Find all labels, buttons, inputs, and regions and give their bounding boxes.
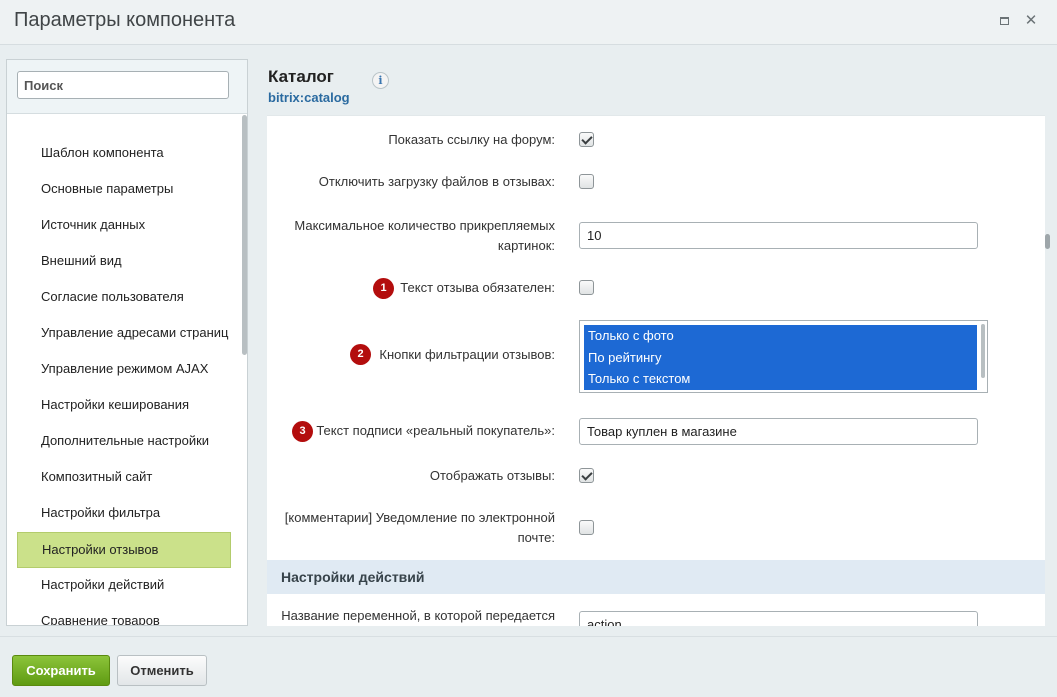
sidebar-nav: Шаблон компонента Основные параметры Ист… bbox=[7, 136, 242, 625]
settings-form: Показать ссылку на форум: Отключить загр… bbox=[267, 115, 1045, 626]
row-filter-buttons: 2 Кнопки фильтрации отзывов: Только с фо… bbox=[267, 320, 1045, 396]
max-images-label-line2: картинок: bbox=[497, 238, 555, 253]
disable-file-upload-label: Отключить загрузку файлов в отзывах: bbox=[318, 174, 555, 189]
email-notify-label: [комментарии] Уведомление по электронной… bbox=[285, 508, 555, 548]
sidebar-item-ajax-mode[interactable]: Управление режимом AJAX bbox=[17, 352, 231, 388]
row-action-variable: Название переменной, в которой передаетс… bbox=[267, 606, 1045, 626]
marker-badge-3: 3 bbox=[292, 421, 313, 442]
email-notify-checkbox[interactable] bbox=[579, 520, 594, 535]
sidebar-search-wrap bbox=[7, 60, 247, 114]
search-input[interactable] bbox=[17, 71, 229, 99]
sidebar-item-cache-settings[interactable]: Настройки кеширования bbox=[17, 388, 231, 424]
show-forum-link-label: Показать ссылку на форум: bbox=[388, 132, 555, 147]
dialog-footer: Сохранить Отменить bbox=[0, 636, 1057, 697]
sidebar-item-appearance[interactable]: Внешний вид bbox=[17, 244, 231, 280]
maximize-icon[interactable] bbox=[997, 14, 1011, 28]
action-variable-label: Название переменной, в которой передаетс… bbox=[281, 608, 555, 623]
max-images-label: Максимальное количество прикрепляемых ка… bbox=[294, 216, 555, 256]
sidebar-item-template[interactable]: Шаблон компонента bbox=[17, 136, 231, 172]
component-title: Каталог bbox=[268, 67, 334, 86]
sidebar-item-filter-settings[interactable]: Настройки фильтра bbox=[17, 496, 231, 532]
info-icon[interactable]: i bbox=[372, 72, 389, 89]
real-buyer-caption-label: Текст подписи «реальный покупатель»: bbox=[316, 423, 555, 438]
save-button[interactable]: Сохранить bbox=[12, 655, 110, 686]
sidebar-item-action-settings[interactable]: Настройки действий bbox=[17, 568, 231, 604]
sidebar-item-url-management[interactable]: Управление адресами страниц bbox=[17, 316, 231, 352]
window-title: Параметры компонента bbox=[14, 9, 236, 31]
show-reviews-label: Отображать отзывы: bbox=[429, 468, 555, 483]
show-reviews-checkbox[interactable] bbox=[579, 468, 594, 483]
filter-option-with-text[interactable]: Только с текстом bbox=[584, 368, 977, 390]
row-show-forum-link: Показать ссылку на форум: bbox=[267, 130, 1045, 150]
disable-file-upload-checkbox[interactable] bbox=[579, 174, 594, 189]
sidebar-item-composite-site[interactable]: Композитный сайт bbox=[17, 460, 231, 496]
sidebar-item-review-settings[interactable]: Настройки отзывов bbox=[17, 532, 231, 568]
component-code: bitrix:catalog bbox=[268, 90, 350, 105]
section-header-actions: Настройки действий bbox=[267, 560, 1045, 594]
max-images-label-line1: Максимальное количество прикрепляемых bbox=[294, 218, 555, 233]
show-forum-link-checkbox[interactable] bbox=[579, 132, 594, 147]
sidebar-item-data-source[interactable]: Источник данных bbox=[17, 208, 231, 244]
filter-buttons-listbox[interactable]: Только с фото По рейтингу Только с текст… bbox=[579, 320, 988, 393]
main-panel: Каталог i bitrix:catalog Показать ссылку… bbox=[258, 59, 1057, 626]
action-variable-input[interactable] bbox=[579, 611, 978, 626]
sidebar-item-main-params[interactable]: Основные параметры bbox=[17, 172, 231, 208]
row-real-buyer-caption: 3 Текст подписи «реальный покупатель»: bbox=[267, 418, 1045, 445]
row-email-notify: [комментарии] Уведомление по электронной… bbox=[267, 508, 1045, 548]
real-buyer-caption-input[interactable] bbox=[579, 418, 978, 445]
window-titlebar: Параметры компонента ✕ bbox=[0, 0, 1057, 45]
email-notify-label-line2: почте: bbox=[517, 530, 555, 545]
close-icon[interactable]: ✕ bbox=[1024, 13, 1038, 28]
row-max-images: Максимальное количество прикрепляемых ка… bbox=[267, 216, 1045, 256]
row-show-reviews: Отображать отзывы: bbox=[267, 466, 1045, 486]
main-scrollbar[interactable] bbox=[1045, 234, 1050, 249]
review-text-required-label: Текст отзыва обязателен: bbox=[400, 280, 555, 295]
sidebar: Шаблон компонента Основные параметры Ист… bbox=[6, 59, 248, 626]
cancel-button[interactable]: Отменить bbox=[117, 655, 207, 686]
review-text-required-checkbox[interactable] bbox=[579, 280, 594, 295]
sidebar-scrollbar[interactable] bbox=[242, 115, 247, 355]
filter-option-by-rating[interactable]: По рейтингу bbox=[584, 346, 977, 368]
marker-badge-2: 2 bbox=[350, 344, 371, 365]
filter-option-with-photo[interactable]: Только с фото bbox=[584, 325, 977, 347]
filter-buttons-label: Кнопки фильтрации отзывов: bbox=[379, 347, 555, 362]
sidebar-item-product-compare[interactable]: Сравнение товаров bbox=[17, 604, 231, 625]
row-disable-file-upload: Отключить загрузку файлов в отзывах: bbox=[267, 172, 1045, 192]
sidebar-item-user-consent[interactable]: Согласие пользователя bbox=[17, 280, 231, 316]
listbox-scrollbar[interactable] bbox=[981, 324, 985, 378]
max-images-input[interactable] bbox=[579, 222, 978, 249]
row-review-text-required: 1 Текст отзыва обязателен: bbox=[267, 278, 1045, 300]
marker-badge-1: 1 bbox=[373, 278, 394, 299]
sidebar-item-additional-settings[interactable]: Дополнительные настройки bbox=[17, 424, 231, 460]
email-notify-label-line1: [комментарии] Уведомление по электронной bbox=[284, 510, 555, 525]
